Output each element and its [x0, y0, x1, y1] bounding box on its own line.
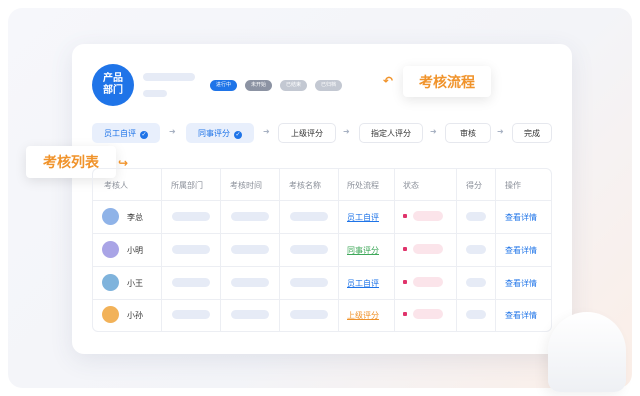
column-header-reviewer: 考核人 [104, 181, 128, 190]
column-divider [394, 168, 395, 332]
step-label: 员工自评 [104, 129, 136, 138]
column-header-status: 状态 [403, 181, 419, 190]
step-peer-review[interactable]: 同事评分 ✓ [186, 123, 254, 143]
step-label: 上级评分 [291, 129, 323, 138]
column-divider [220, 168, 221, 332]
status-dot [403, 214, 407, 218]
column-divider [456, 168, 457, 332]
view-details-link[interactable]: 查看详情 [505, 310, 537, 321]
flow-callout: 考核流程 [403, 66, 491, 97]
cell-placeholder [290, 310, 328, 319]
process-link[interactable]: 员工自评 [347, 212, 379, 223]
column-header-score: 得分 [466, 181, 482, 190]
step-label: 审核 [460, 129, 476, 138]
arrow-right-icon: ➜ [497, 127, 504, 136]
status-dot [403, 247, 407, 251]
status-placeholder [413, 277, 443, 287]
step-label: 同事评分 [198, 129, 230, 138]
cell-placeholder [290, 212, 328, 221]
status-badge-not-started[interactable]: 未开始 [245, 80, 272, 91]
score-placeholder [466, 245, 486, 254]
column-header-process: 所处流程 [347, 181, 379, 190]
department-avatar: 产品 部门 [92, 64, 134, 106]
decorative-shape [548, 312, 626, 392]
arrow-right-icon: ➜ [263, 127, 270, 136]
row-divider [92, 200, 552, 201]
reviewer-name: 小孙 [127, 311, 143, 320]
status-badge-ended[interactable]: 已结束 [280, 80, 307, 91]
cell-placeholder [231, 310, 269, 319]
column-header-action: 操作 [505, 181, 521, 190]
cell-placeholder [172, 278, 210, 287]
avatar [102, 241, 119, 258]
arrow-right-icon: ➜ [169, 127, 176, 136]
process-link[interactable]: 员工自评 [347, 278, 379, 289]
status-placeholder [413, 211, 443, 221]
subtitle-placeholder [143, 90, 167, 97]
step-self-review[interactable]: 员工自评 ✓ [92, 123, 160, 143]
curved-arrow-icon: ↶ [383, 74, 394, 88]
cell-placeholder [172, 245, 210, 254]
reviewer-name: 小王 [127, 279, 143, 288]
avatar [102, 274, 119, 291]
step-label: 完成 [524, 129, 540, 138]
step-manager-review[interactable]: 上级评分 [278, 123, 336, 143]
score-placeholder [466, 212, 486, 221]
department-label: 产品 部门 [103, 73, 123, 96]
column-header-department: 所属部门 [171, 181, 203, 190]
status-placeholder [413, 309, 443, 319]
arrow-right-icon: ➜ [343, 127, 350, 136]
view-details-link[interactable]: 查看详情 [505, 212, 537, 223]
cell-placeholder [172, 212, 210, 221]
check-icon: ✓ [140, 131, 148, 139]
column-header-time: 考核时间 [230, 181, 262, 190]
cell-placeholder [231, 212, 269, 221]
cell-placeholder [290, 278, 328, 287]
row-divider [92, 233, 552, 234]
column-header-name: 考核名称 [289, 181, 321, 190]
arrow-right-icon: ➜ [430, 127, 437, 136]
status-dot [403, 312, 407, 316]
title-placeholder [143, 73, 195, 81]
column-divider [338, 168, 339, 332]
avatar [102, 306, 119, 323]
cell-placeholder [231, 245, 269, 254]
view-details-link[interactable]: 查看详情 [505, 278, 537, 289]
process-link[interactable]: 上级评分 [347, 310, 379, 321]
step-complete[interactable]: 完成 [512, 123, 552, 143]
process-link[interactable]: 同事评分 [347, 245, 379, 256]
step-audit[interactable]: 审核 [445, 123, 491, 143]
column-divider [279, 168, 280, 332]
reviewer-name: 李总 [127, 213, 143, 222]
view-details-link[interactable]: 查看详情 [505, 245, 537, 256]
status-placeholder [413, 244, 443, 254]
step-label: 指定人评分 [371, 129, 411, 138]
cell-placeholder [231, 278, 269, 287]
status-badge-archived[interactable]: 已归档 [315, 80, 342, 91]
row-divider [92, 299, 552, 300]
score-placeholder [466, 278, 486, 287]
status-dot [403, 280, 407, 284]
score-placeholder [466, 310, 486, 319]
column-divider [161, 168, 162, 332]
row-divider [92, 266, 552, 267]
step-designated-review[interactable]: 指定人评分 [359, 123, 423, 143]
avatar [102, 208, 119, 225]
cell-placeholder [172, 310, 210, 319]
check-icon: ✓ [234, 131, 242, 139]
status-badge-running[interactable]: 进行中 [210, 80, 237, 91]
column-divider [495, 168, 496, 332]
cell-placeholder [290, 245, 328, 254]
reviewer-name: 小明 [127, 246, 143, 255]
